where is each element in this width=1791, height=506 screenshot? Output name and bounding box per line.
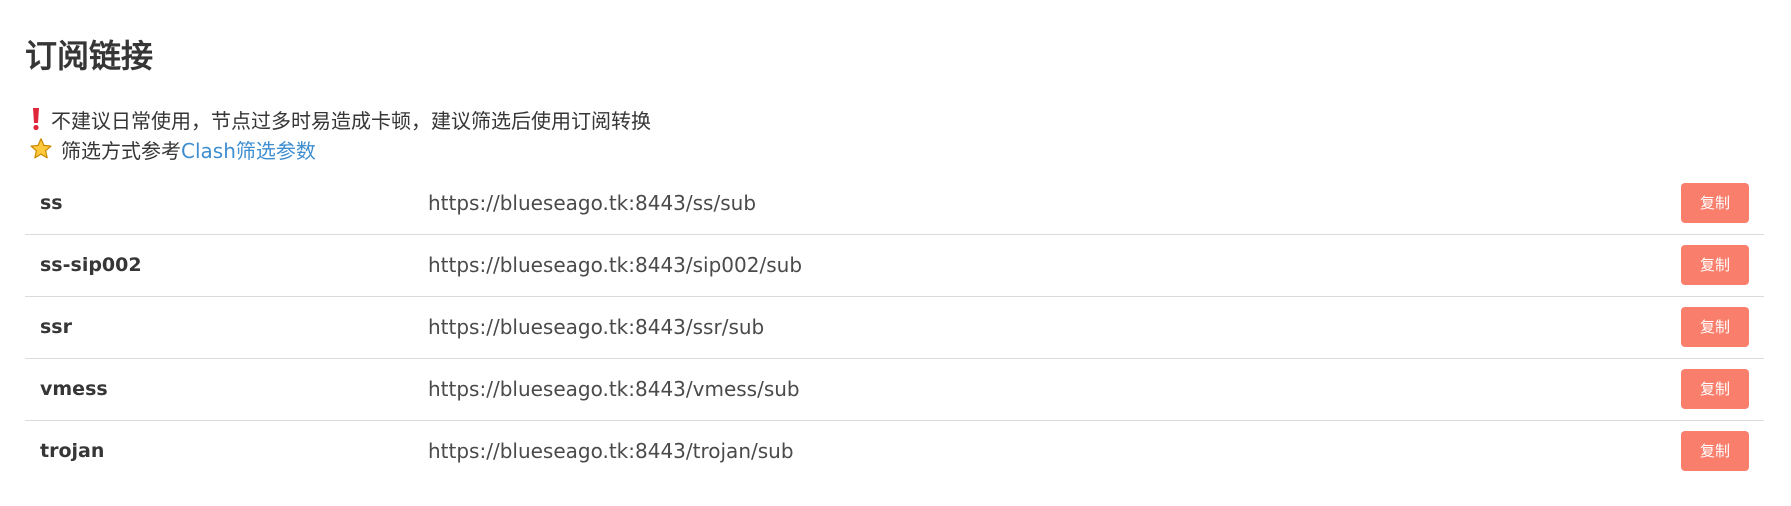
star-icon <box>27 136 55 162</box>
subscription-url: https://blueseago.tk:8443/vmess/sub <box>428 377 800 401</box>
action-cell: 复制 <box>1648 296 1764 358</box>
subscription-url: https://blueseago.tk:8443/trojan/sub <box>428 439 794 464</box>
subscription-url: https://blueseago.tk:8443/ssr/sub <box>428 315 765 339</box>
filter-note: 筛选方式参考 Clash筛选参数 <box>25 134 1764 164</box>
subscription-url: https://blueseago.tk:8443/sip002/sub <box>428 253 803 277</box>
subscription-url: https://blueseago.tk:8443/ss/sub <box>428 190 757 215</box>
copy-button[interactable]: 复制 <box>1681 245 1749 285</box>
action-cell: 复制 <box>1648 172 1764 234</box>
subscription-name: vmess <box>40 378 108 400</box>
subscription-name: trojan <box>40 440 105 463</box>
table-row: ssr https://blueseago.tk:8443/ssr/sub 复制 <box>25 296 1764 358</box>
exclamation-icon <box>25 106 47 132</box>
subscription-name: ss <box>40 191 63 214</box>
copy-button[interactable]: 复制 <box>1681 182 1749 223</box>
subscription-table: ss https://blueseago.tk:8443/ss/sub 复制 s… <box>25 172 1764 482</box>
table-row: vmess https://blueseago.tk:8443/vmess/su… <box>25 358 1764 420</box>
table-row: trojan https://blueseago.tk:8443/trojan/… <box>25 420 1764 482</box>
copy-button[interactable]: 复制 <box>1681 431 1749 472</box>
copy-button[interactable]: 复制 <box>1681 369 1749 409</box>
copy-button[interactable]: 复制 <box>1681 307 1749 347</box>
table-row: ss https://blueseago.tk:8443/ss/sub 复制 <box>25 172 1764 234</box>
notes: 不建议日常使用，节点过多时易造成卡顿，建议筛选后使用订阅转换 筛选方式参考 Cla… <box>25 104 1764 164</box>
clash-filter-link[interactable]: Clash筛选参数 <box>181 135 316 164</box>
table-row: ss-sip002 https://blueseago.tk:8443/sip0… <box>25 234 1764 296</box>
subscription-name: ss-sip002 <box>40 254 142 276</box>
page: 订阅链接 不建议日常使用，节点过多时易造成卡顿，建议筛选后使用订阅转换 筛选方式… <box>0 0 1791 506</box>
page-title: 订阅链接 <box>25 37 154 75</box>
action-cell: 复制 <box>1648 234 1764 296</box>
subscription-name: ssr <box>40 316 72 338</box>
warning-note: 不建议日常使用，节点过多时易造成卡顿，建议筛选后使用订阅转换 <box>25 104 1764 134</box>
warning-text: 不建议日常使用，节点过多时易造成卡顿，建议筛选后使用订阅转换 <box>51 108 651 133</box>
filter-text: 筛选方式参考 <box>61 138 181 163</box>
action-cell: 复制 <box>1648 420 1764 482</box>
action-cell: 复制 <box>1648 358 1764 420</box>
